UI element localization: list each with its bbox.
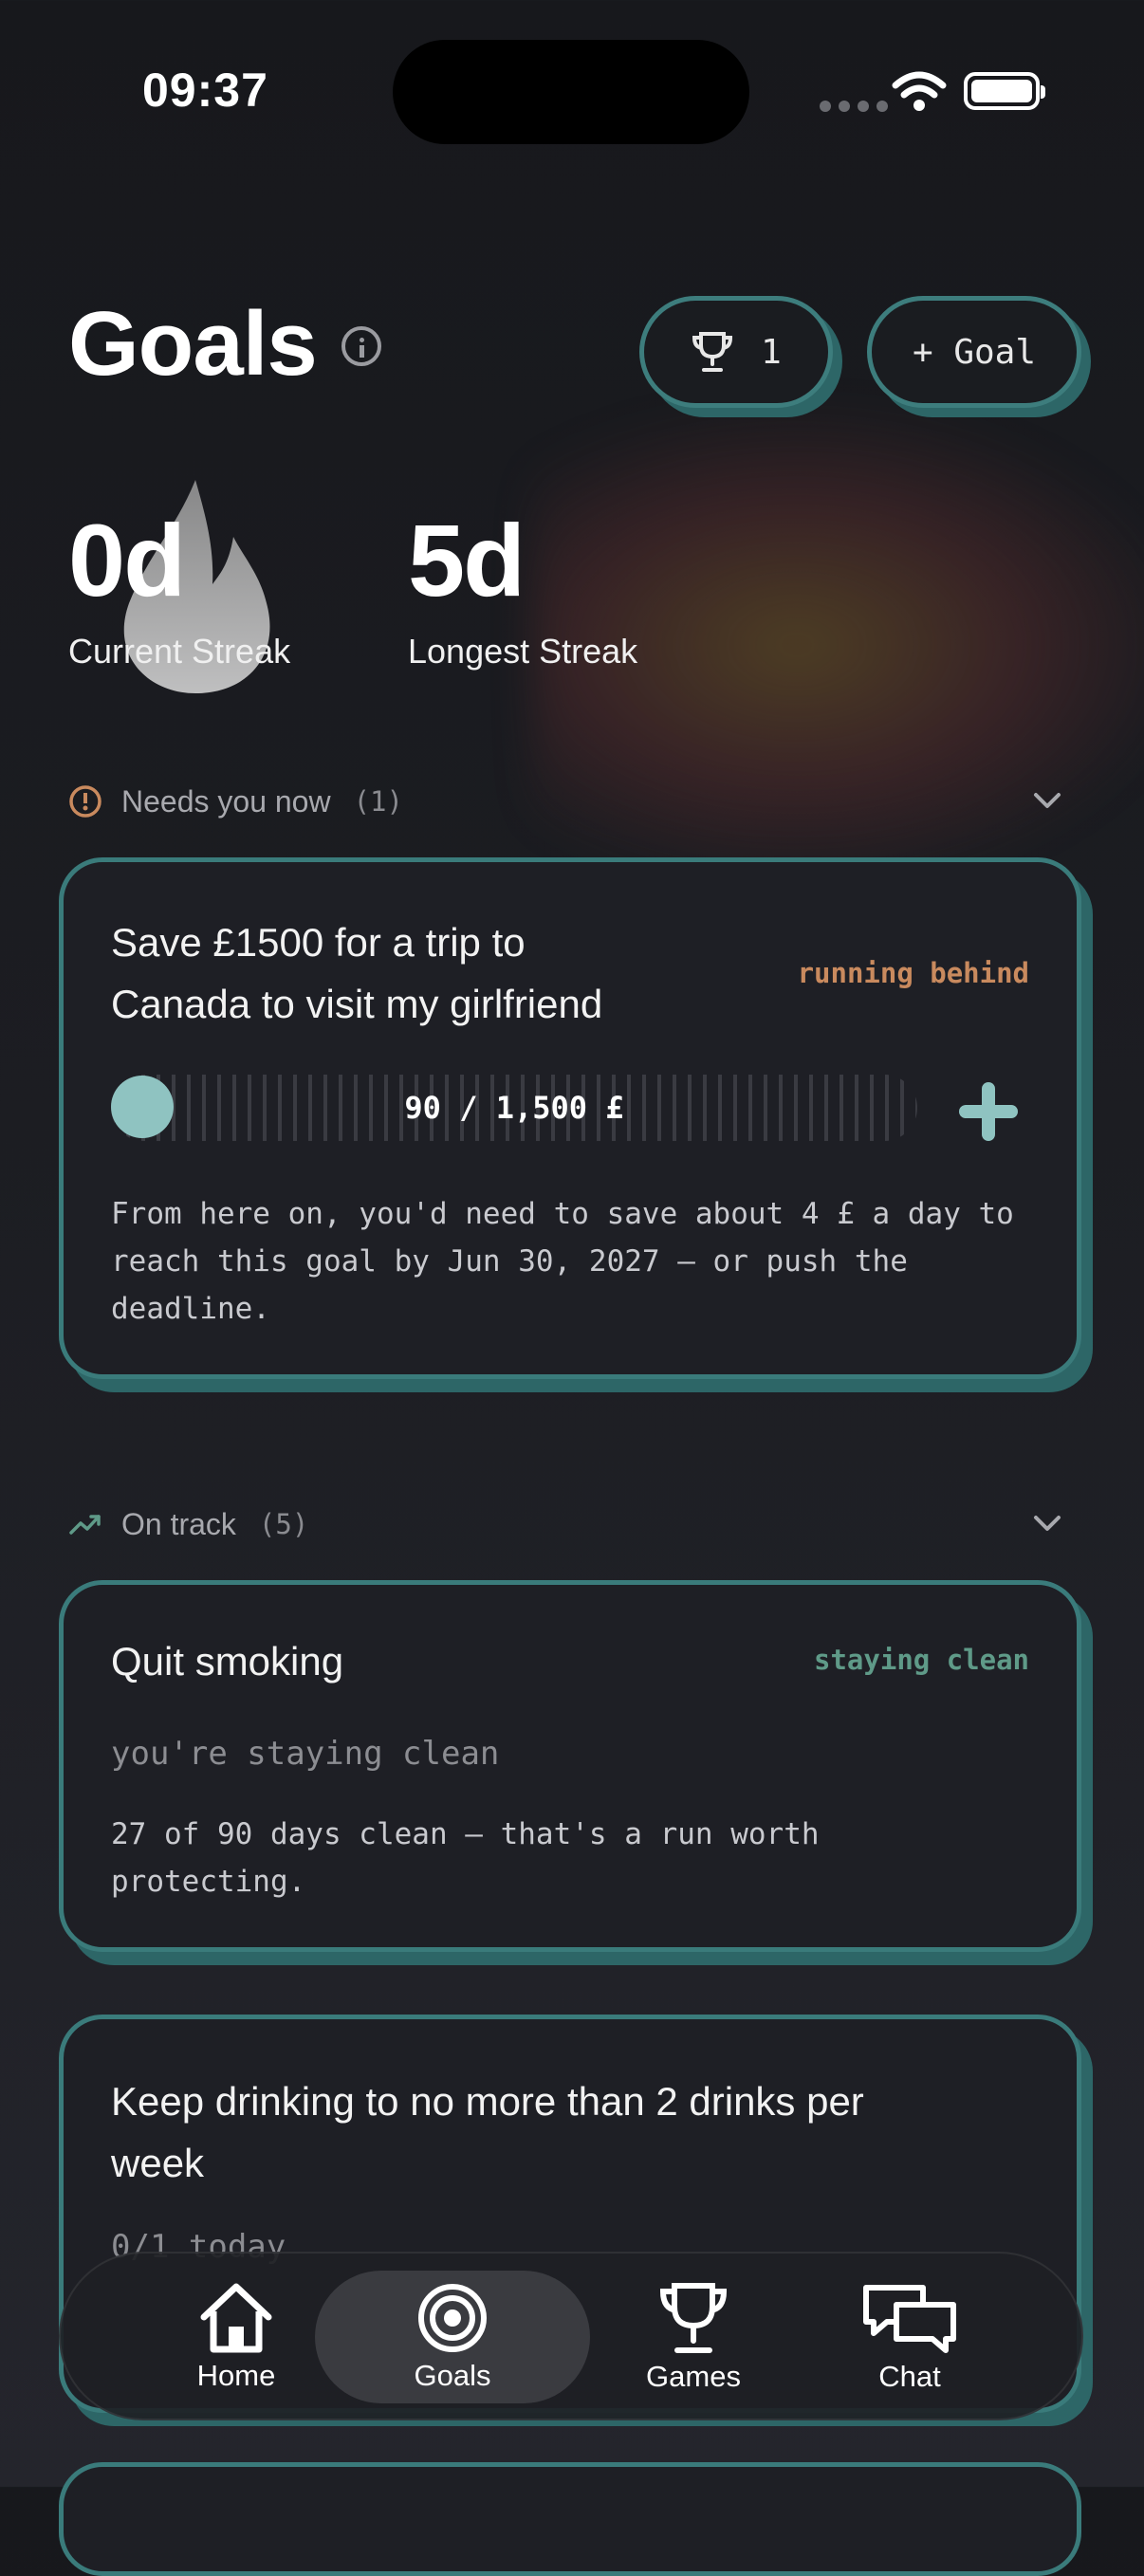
tab-label: Chat	[878, 2360, 941, 2393]
goal-title-line2: Canada to visit my girlfriend	[111, 982, 603, 1026]
goal-body-line1: 27 of 90 days clean — that's a run worth	[111, 1817, 820, 1851]
longest-streak-value: 5d	[408, 503, 526, 617]
home-icon	[200, 2283, 272, 2353]
goal-body-line2: reach this goal by Jun 30, 2027 — or pus…	[111, 1244, 908, 1279]
add-amount-button[interactable]	[955, 1078, 1022, 1145]
status-badge: running behind	[797, 957, 1029, 989]
tab-label: Games	[646, 2360, 741, 2393]
alert-icon	[69, 785, 101, 818]
tab-goals[interactable]: Goals	[315, 2271, 590, 2403]
status-badge: staying clean	[814, 1644, 1029, 1676]
goal-card-quit-smoking[interactable]: Quit smoking staying clean you're stayin…	[59, 1580, 1081, 1952]
goal-body-line2: protecting.	[111, 1865, 306, 1899]
dynamic-island	[393, 40, 749, 144]
current-streak-value: 0d	[68, 503, 186, 617]
target-icon	[418, 2284, 487, 2352]
goal-title-line1: Keep drinking to no more than 2 drinks p…	[111, 2079, 864, 2124]
longest-streak-label: Longest Streak	[408, 632, 638, 671]
status-time: 09:37	[142, 64, 268, 117]
tab-bar: Home Goals Games Chat	[59, 2252, 1083, 2420]
trophies-button[interactable]: 1	[639, 296, 833, 408]
tab-chat[interactable]: Chat	[772, 2271, 1047, 2403]
goal-title-line1: Save £1500 for a trip to	[111, 920, 526, 965]
goal-title: Quit smoking	[111, 1639, 344, 1684]
goal-title-line2: week	[111, 2141, 205, 2185]
chevron-down-icon[interactable]	[1030, 1506, 1064, 1540]
add-goal-button[interactable]: + Goal	[867, 296, 1081, 408]
section-count: (5)	[258, 1508, 309, 1540]
section-on-track[interactable]: On track (5)	[68, 1500, 1064, 1548]
goal-subtitle: you're staying clean	[111, 1735, 500, 1773]
trend-up-icon	[69, 1515, 101, 1535]
trophy-icon	[692, 332, 733, 372]
chat-icon	[863, 2285, 956, 2353]
trophy-icon	[659, 2283, 728, 2353]
tab-label: Goals	[414, 2359, 491, 2392]
tab-label: Home	[196, 2359, 276, 2392]
goal-card-save[interactable]: Save £1500 for a trip to Canada to visit…	[59, 857, 1081, 1379]
current-streak-label: Current Streak	[68, 632, 291, 671]
section-count: (1)	[353, 785, 403, 818]
section-title: On track	[121, 1506, 236, 1541]
page-title: Goals	[68, 293, 318, 395]
section-needs-you-now[interactable]: Needs you now (1)	[68, 778, 1064, 825]
progress-text: 90 / 1,500 £	[404, 1090, 624, 1126]
wifi-icon	[892, 71, 947, 111]
goal-body-line3: deadline.	[111, 1292, 270, 1326]
info-icon[interactable]	[341, 326, 381, 366]
signal-icon	[820, 101, 888, 112]
chevron-down-icon[interactable]	[1030, 783, 1064, 818]
section-title: Needs you now	[121, 783, 331, 819]
goal-card-next[interactable]	[59, 2462, 1081, 2576]
add-goal-label: + Goal	[912, 332, 1037, 372]
battery-icon	[964, 72, 1045, 110]
goal-body-line1: From here on, you'd need to save about 4…	[111, 1197, 1014, 1231]
trophy-count: 1	[761, 332, 782, 372]
